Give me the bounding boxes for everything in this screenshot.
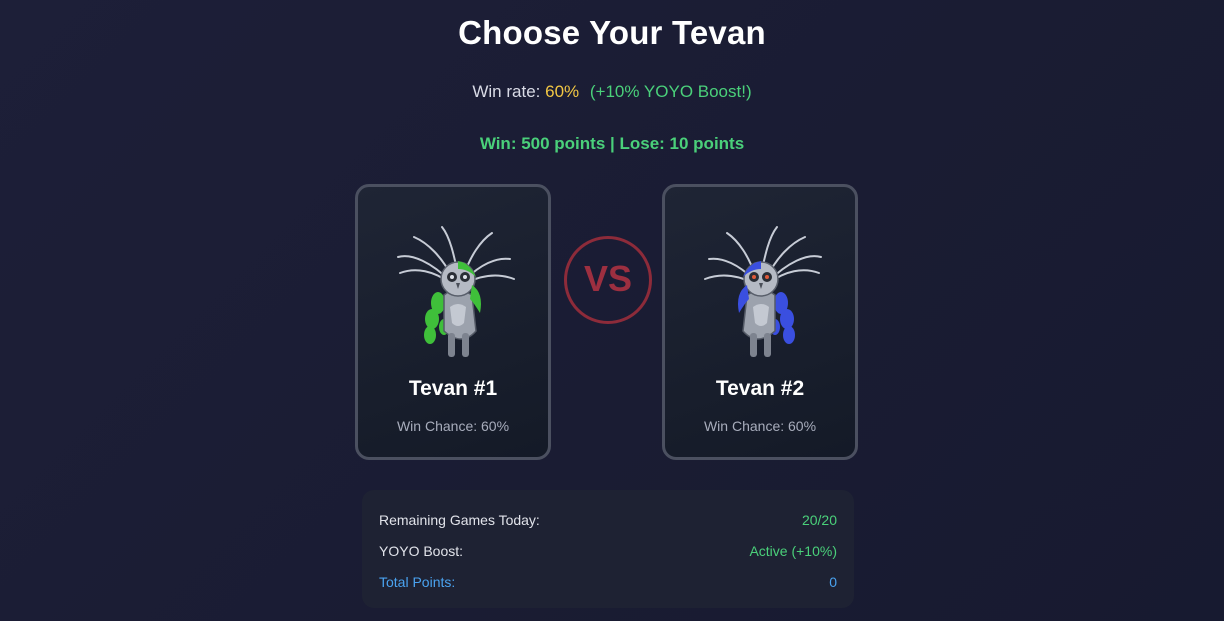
yoyo-boost-row: YOYO Boost: Active (+10%) bbox=[379, 543, 837, 563]
win-rate-line: Win rate: 60% (+10% YOYO Boost!) bbox=[0, 82, 1224, 102]
tevan-card-2[interactable]: Tevan #2 Win Chance: 60% bbox=[662, 184, 858, 460]
tevan-name: Tevan #1 bbox=[408, 377, 498, 400]
remaining-games-label: Remaining Games Today: bbox=[379, 512, 540, 528]
tevan-name: Tevan #2 bbox=[715, 377, 805, 400]
blue-tevan-owl-icon bbox=[704, 226, 822, 357]
win-chance: Win Chance: 60% bbox=[396, 418, 510, 434]
vs-badge: VS bbox=[564, 236, 652, 324]
win-rate-label: Win rate: bbox=[472, 82, 541, 101]
page-title: Choose Your Tevan bbox=[458, 14, 766, 51]
yoyo-boost-label: YOYO Boost: bbox=[379, 543, 464, 559]
remaining-games-row: Remaining Games Today: 20/20 bbox=[379, 512, 837, 532]
win-rate-value: 60% bbox=[545, 82, 580, 101]
green-tevan-owl-icon bbox=[397, 226, 515, 357]
tevan-card-1[interactable]: Tevan #1 Win Chance: 60% bbox=[355, 184, 551, 460]
total-points-value: 0 bbox=[829, 574, 837, 590]
yoyo-boost-value: Active (+10%) bbox=[749, 543, 837, 559]
stats-panel: Remaining Games Today: 20/20 YOYO Boost:… bbox=[362, 490, 854, 608]
total-points-row: Total Points: 0 bbox=[379, 574, 837, 594]
win-chance: Win Chance: 60% bbox=[703, 418, 817, 434]
total-points-label: Total Points: bbox=[379, 574, 456, 590]
remaining-games-value: 20/20 bbox=[801, 512, 837, 528]
stakes-text: Win: 500 points | Lose: 10 points bbox=[479, 134, 745, 153]
boost-note: (+10% YOYO Boost!) bbox=[589, 82, 752, 101]
